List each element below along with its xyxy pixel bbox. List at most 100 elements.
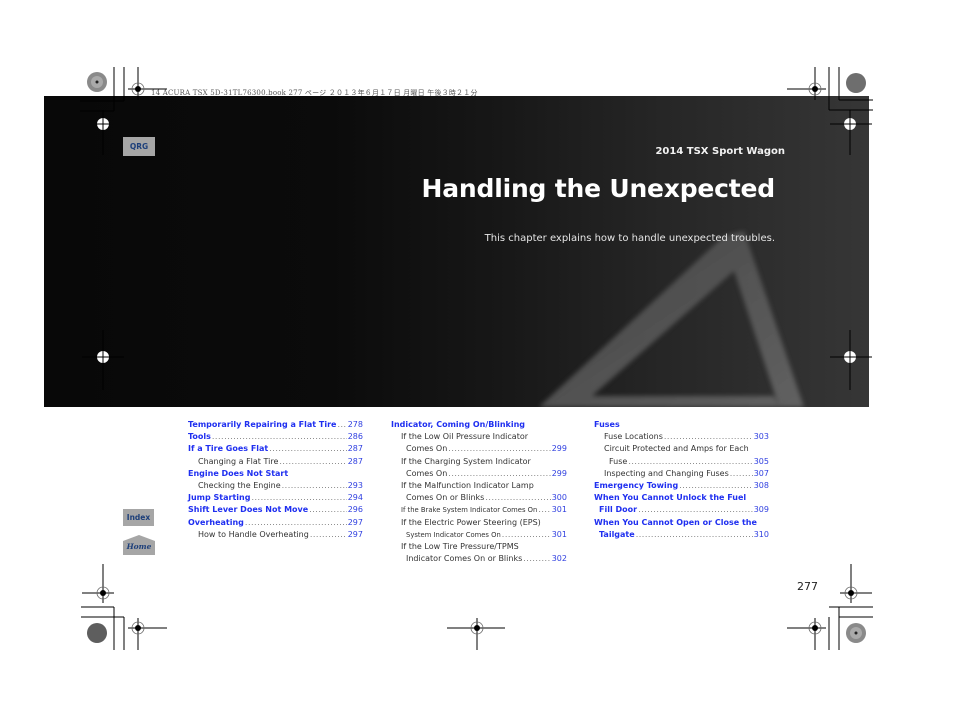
toc-entry[interactable]: If the Malfunction Indicator Lamp <box>391 480 567 492</box>
toc-entry-title[interactable]: System Indicator Comes On <box>391 529 501 541</box>
toc-page-link[interactable]: 294 <box>348 492 363 504</box>
toc-entry[interactable]: When You Cannot Open or Close the <box>594 517 769 529</box>
toc-page-link[interactable]: 299 <box>552 468 567 480</box>
toc-entry-title[interactable]: If a Tire Goes Flat <box>188 443 268 455</box>
toc-entry[interactable]: Fuses <box>594 419 769 431</box>
toc-page-link[interactable]: 293 <box>348 480 363 492</box>
toc-entry[interactable]: If the Charging System Indicator <box>391 456 567 468</box>
toc-entry[interactable]: Fuse 305 <box>594 456 769 468</box>
toc-entry-title[interactable]: If the Electric Power Steering (EPS) <box>391 517 541 529</box>
toc-entry[interactable]: Emergency Towing 308 <box>594 480 769 492</box>
toc-entry[interactable]: Comes On or Blinks 300 <box>391 492 567 504</box>
toc-page-link[interactable]: 287 <box>348 443 363 455</box>
toc-page-link[interactable]: 307 <box>754 468 769 480</box>
toc-entry-title[interactable]: If the Malfunction Indicator Lamp <box>391 480 534 492</box>
toc-entry[interactable]: Engine Does Not Start <box>188 468 363 480</box>
toc-page-link[interactable]: 308 <box>754 480 769 492</box>
leader-dots <box>628 456 752 468</box>
toc-entry-title[interactable]: Comes On or Blinks <box>391 492 484 504</box>
toc-column-3: FusesFuse Locations 303 Circuit Protected … <box>594 419 769 541</box>
toc-entry[interactable]: Indicator Comes On or Blinks 302 <box>391 553 567 565</box>
toc-entry[interactable]: If the Brake System Indicator Comes On 30… <box>391 504 567 516</box>
toc-entry-title[interactable]: Circuit Protected and Amps for Each <box>594 443 749 455</box>
toc-entry[interactable]: Shift Lever Does Not Move 296 <box>188 504 363 516</box>
toc-page-link[interactable]: 303 <box>754 431 769 443</box>
toc-page-link[interactable]: 297 <box>348 529 363 541</box>
toc-entry-title[interactable]: Emergency Towing <box>594 480 678 492</box>
toc-entry-title[interactable]: Shift Lever Does Not Move <box>188 504 308 516</box>
toc-entry[interactable]: If the Low Oil Pressure Indicator <box>391 431 567 443</box>
toc-entry-title[interactable]: How to Handle Overheating <box>188 529 309 541</box>
toc-entry-title[interactable]: Temporarily Repairing a Flat Tire <box>188 419 336 431</box>
toc-entry-title[interactable]: If the Brake System Indicator Comes On <box>391 504 537 516</box>
toc-entry-title[interactable]: If the Low Oil Pressure Indicator <box>391 431 528 443</box>
toc-entry[interactable]: If the Low Tire Pressure/TPMS <box>391 541 567 553</box>
toc-page-link[interactable]: 278 <box>348 419 363 431</box>
toc-entry-title[interactable]: If the Charging System Indicator <box>391 456 531 468</box>
home-tab-label: Home <box>126 542 152 551</box>
leader-dots <box>485 492 550 504</box>
toc-entry[interactable]: If a Tire Goes Flat 287 <box>188 443 363 455</box>
leader-dots <box>309 504 347 516</box>
toc-entry[interactable]: Fill Door 309 <box>594 504 769 516</box>
toc-entry-title[interactable]: Inspecting and Changing Fuses <box>594 468 729 480</box>
toc-entry-title[interactable]: Fuse Locations <box>594 431 663 443</box>
toc-entry[interactable]: If the Electric Power Steering (EPS) <box>391 517 567 529</box>
toc-entry-title[interactable]: Tools <box>188 431 211 443</box>
toc-entry[interactable]: Circuit Protected and Amps for Each <box>594 443 769 455</box>
toc-entry[interactable]: Temporarily Repairing a Flat Tire 278 <box>188 419 363 431</box>
index-tab[interactable]: Index <box>123 509 154 526</box>
leader-dots <box>279 456 346 468</box>
toc-page-link[interactable]: 301 <box>552 529 567 541</box>
toc-entry-title[interactable]: Changing a Flat Tire <box>188 456 278 468</box>
toc-entry[interactable]: Checking the Engine 293 <box>188 480 363 492</box>
toc-entry-title[interactable]: Fill Door <box>594 504 637 516</box>
toc-entry[interactable]: Jump Starting 294 <box>188 492 363 504</box>
toc-entry[interactable]: System Indicator Comes On 301 <box>391 529 567 541</box>
toc-page-link[interactable]: 310 <box>754 529 769 541</box>
qrg-tab[interactable]: QRG <box>123 137 155 156</box>
toc-entry-title[interactable]: Tailgate <box>594 529 635 541</box>
leader-dots <box>245 517 347 529</box>
toc-entry[interactable]: How to Handle Overheating 297 <box>188 529 363 541</box>
toc-entry-title[interactable]: Overheating <box>188 517 244 529</box>
toc-entry-title[interactable]: Comes On <box>391 468 447 480</box>
home-tab[interactable]: Home <box>123 535 155 555</box>
toc-entry[interactable]: Tools 286 <box>188 431 363 443</box>
toc-page-link[interactable]: 305 <box>754 456 769 468</box>
toc-page-link[interactable]: 299 <box>552 443 567 455</box>
toc-entry-title[interactable]: Fuse <box>594 456 627 468</box>
toc-entry[interactable]: Overheating 297 <box>188 517 363 529</box>
toc-entry[interactable]: Indicator, Coming On/Blinking <box>391 419 567 431</box>
toc-entry-title[interactable]: Checking the Engine <box>188 480 281 492</box>
toc-page-link[interactable]: 302 <box>552 553 567 565</box>
leader-dots <box>310 529 347 541</box>
toc-entry-title[interactable]: Indicator, Coming On/Blinking <box>391 419 525 431</box>
toc-entry[interactable]: Fuse Locations 303 <box>594 431 769 443</box>
toc-entry[interactable]: Tailgate 310 <box>594 529 769 541</box>
leader-dots <box>502 529 551 541</box>
leader-dots <box>523 553 550 565</box>
leader-dots <box>251 492 346 504</box>
toc-page-link[interactable]: 287 <box>348 456 363 468</box>
toc-entry-title[interactable]: Indicator Comes On or Blinks <box>391 553 522 565</box>
toc-page-link[interactable]: 296 <box>348 504 363 516</box>
toc-entry-title[interactable]: Comes On <box>391 443 447 455</box>
toc-entry[interactable]: Comes On 299 <box>391 468 567 480</box>
toc-entry[interactable]: Comes On 299 <box>391 443 567 455</box>
toc-entry-title[interactable]: When You Cannot Unlock the Fuel <box>594 492 746 504</box>
toc-page-link[interactable]: 301 <box>552 504 567 516</box>
leader-dots <box>664 431 753 443</box>
toc-entry[interactable]: When You Cannot Unlock the Fuel <box>594 492 769 504</box>
toc-entry[interactable]: Inspecting and Changing Fuses 307 <box>594 468 769 480</box>
toc-entry-title[interactable]: When You Cannot Open or Close the <box>594 517 757 529</box>
toc-page-link[interactable]: 309 <box>754 504 769 516</box>
toc-entry-title[interactable]: Jump Starting <box>188 492 250 504</box>
toc-page-link[interactable]: 297 <box>348 517 363 529</box>
toc-page-link[interactable]: 300 <box>552 492 567 504</box>
toc-entry-title[interactable]: Fuses <box>594 419 620 431</box>
toc-entry-title[interactable]: If the Low Tire Pressure/TPMS <box>391 541 519 553</box>
toc-entry[interactable]: Changing a Flat Tire 287 <box>188 456 363 468</box>
toc-page-link[interactable]: 286 <box>348 431 363 443</box>
toc-entry-title[interactable]: Engine Does Not Start <box>188 468 288 480</box>
